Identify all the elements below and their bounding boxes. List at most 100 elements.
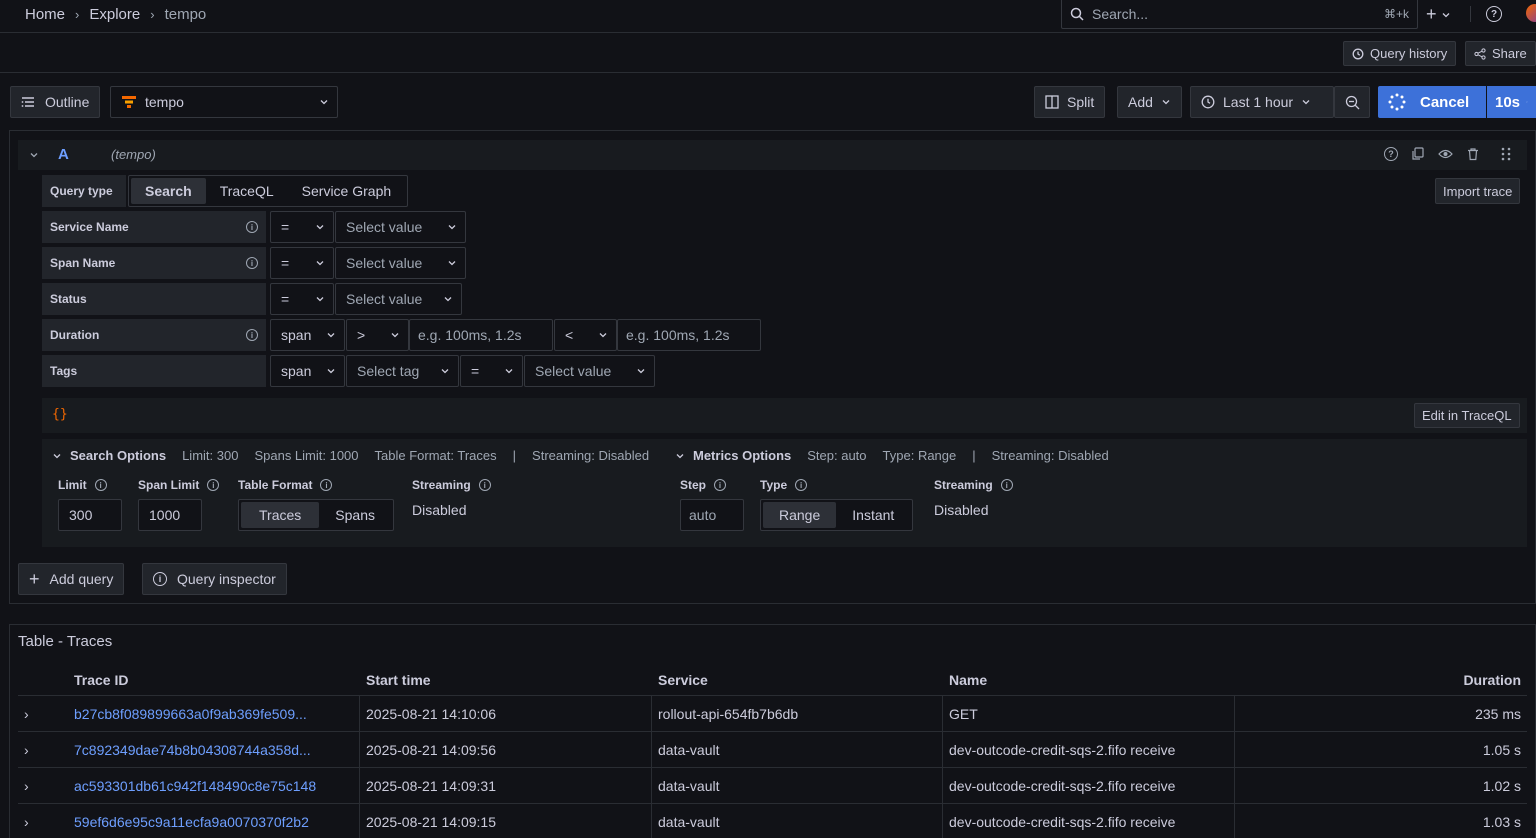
- trace-id-text[interactable]: b27cb8f089899663a0f9ab369fe509...: [74, 706, 307, 722]
- help-icon[interactable]: ?: [1486, 6, 1502, 22]
- info-icon[interactable]: i: [478, 479, 491, 491]
- trace-id-link[interactable]: 7c892349dae74b8b04308744a358d...: [74, 732, 311, 768]
- query-history-button[interactable]: Query history: [1343, 41, 1457, 66]
- tags-value-select[interactable]: Select value: [524, 355, 655, 387]
- chevron-down-icon: [448, 261, 456, 266]
- table-format-spans[interactable]: Spans: [319, 502, 391, 528]
- span-name-value-select[interactable]: Select value: [335, 247, 466, 279]
- column-duration[interactable]: Duration: [1463, 672, 1521, 688]
- expand-chevron-icon[interactable]: ›: [24, 804, 29, 838]
- time-range-picker[interactable]: Last 1 hour: [1190, 86, 1334, 118]
- table-row[interactable]: › 7c892349dae74b8b04308744a358d... 2025-…: [18, 731, 1527, 768]
- duration-scope-select[interactable]: span: [270, 319, 345, 351]
- service-name-operator[interactable]: =: [270, 211, 334, 243]
- share-button[interactable]: Share: [1465, 41, 1536, 66]
- table-row[interactable]: › b27cb8f089899663a0f9ab369fe509... 2025…: [18, 695, 1527, 732]
- span-name-operator[interactable]: =: [270, 247, 334, 279]
- expand-chevron-icon[interactable]: ›: [24, 768, 29, 804]
- step-field-label: Step i: [680, 478, 727, 492]
- chevron-down-icon: [1162, 100, 1170, 105]
- info-icon[interactable]: i: [246, 221, 258, 233]
- drag-handle-icon[interactable]: [1499, 147, 1513, 161]
- table-title: Table - Traces: [18, 633, 113, 650]
- info-icon[interactable]: i: [94, 479, 107, 491]
- column-start-time[interactable]: Start time: [366, 672, 431, 688]
- query-ref-id[interactable]: A: [58, 146, 69, 163]
- collapse-chevron-icon[interactable]: [29, 150, 39, 160]
- info-icon[interactable]: i: [1000, 479, 1013, 491]
- status-operator[interactable]: =: [270, 283, 334, 315]
- chevron-down-icon: [448, 225, 456, 230]
- expand-chevron-icon[interactable]: ›: [24, 696, 29, 732]
- info-icon[interactable]: i: [795, 479, 808, 491]
- query-type-traceql[interactable]: TraceQL: [206, 178, 288, 204]
- duration-min-operator[interactable]: >: [346, 319, 409, 351]
- trash-icon[interactable]: [1466, 147, 1480, 161]
- trace-id-link[interactable]: 59ef6d6e95c9a11ecfa9a0070370f2b2: [74, 804, 309, 838]
- metrics-options-header[interactable]: Metrics Options Step: auto Type: Range |…: [675, 448, 1109, 463]
- zoom-out-button[interactable]: [1334, 86, 1370, 118]
- refresh-interval-picker[interactable]: 10s: [1487, 86, 1536, 118]
- import-trace-button[interactable]: Import trace: [1435, 178, 1521, 204]
- add-query-label: Add query: [49, 571, 114, 587]
- new-menu-button[interactable]: +: [1426, 4, 1451, 25]
- query-type-search[interactable]: Search: [131, 178, 206, 204]
- outline-button[interactable]: Outline: [10, 86, 101, 118]
- trace-id-text[interactable]: ac593301db61c942f148490c8e75c148: [74, 778, 316, 794]
- chevron-down-icon: [320, 100, 328, 105]
- query-type-service-graph[interactable]: Service Graph: [288, 178, 405, 204]
- step-label: Step: [680, 478, 707, 492]
- name-cell: dev-outcode-credit-sqs-2.fifo receive: [949, 742, 1176, 758]
- duration-max-operator[interactable]: <: [554, 319, 617, 351]
- column-trace-id[interactable]: Trace ID: [74, 672, 128, 688]
- table-row[interactable]: › 59ef6d6e95c9a11ecfa9a0070370f2b2 2025-…: [18, 803, 1527, 838]
- table-row[interactable]: › ac593301db61c942f148490c8e75c148 2025-…: [18, 767, 1527, 804]
- cancel-button[interactable]: Cancel: [1378, 86, 1486, 118]
- info-icon[interactable]: i: [207, 479, 220, 491]
- table-format-field-label: Table Format i: [238, 478, 333, 492]
- limit-input[interactable]: 300: [58, 499, 122, 531]
- trace-id-link[interactable]: b27cb8f089899663a0f9ab369fe509...: [74, 696, 307, 732]
- duration-min-input[interactable]: e.g. 100ms, 1.2s: [409, 319, 553, 351]
- column-service[interactable]: Service: [658, 672, 708, 688]
- trace-id-text[interactable]: 7c892349dae74b8b04308744a358d...: [74, 742, 311, 758]
- chevron-down-icon: [316, 261, 324, 266]
- info-icon[interactable]: i: [320, 479, 333, 491]
- summary-streaming: Streaming: Disabled: [532, 448, 650, 463]
- column-name[interactable]: Name: [949, 672, 987, 688]
- tags-operator[interactable]: =: [460, 355, 523, 387]
- tags-tag-select[interactable]: Select tag: [346, 355, 459, 387]
- eye-icon[interactable]: [1438, 147, 1453, 161]
- help-icon[interactable]: ?: [1384, 147, 1398, 161]
- status-value-select[interactable]: Select value: [335, 283, 462, 315]
- global-search-input[interactable]: Search... ⌘+k: [1061, 0, 1418, 29]
- datasource-picker[interactable]: tempo: [110, 86, 338, 118]
- trace-id-link[interactable]: ac593301db61c942f148490c8e75c148: [74, 768, 316, 804]
- type-label: Type: [760, 478, 788, 492]
- query-inspector-button[interactable]: i Query inspector: [142, 563, 287, 595]
- breadcrumb-explore[interactable]: Explore: [89, 6, 140, 23]
- info-icon[interactable]: i: [246, 329, 258, 341]
- add-button[interactable]: Add: [1117, 86, 1182, 118]
- span-name-label: Span Name i: [42, 247, 266, 279]
- span-limit-input[interactable]: 1000: [138, 499, 202, 531]
- edit-in-traceql-button[interactable]: Edit in TraceQL: [1414, 403, 1520, 428]
- expand-chevron-icon[interactable]: ›: [24, 732, 29, 768]
- add-query-button[interactable]: + Add query: [18, 563, 125, 595]
- info-icon[interactable]: i: [246, 257, 258, 269]
- search-options-header[interactable]: Search Options Limit: 300 Spans Limit: 1…: [52, 448, 649, 463]
- tags-scope-select[interactable]: span: [270, 355, 345, 387]
- search-shortcut: ⌘+k: [1383, 7, 1409, 21]
- type-range[interactable]: Range: [763, 502, 837, 528]
- service-name-value-select[interactable]: Select value: [335, 211, 466, 243]
- table-format-traces[interactable]: Traces: [241, 502, 320, 528]
- info-icon[interactable]: i: [714, 479, 727, 491]
- breadcrumb-home[interactable]: Home: [25, 6, 65, 23]
- operator-value: <: [565, 327, 574, 343]
- trace-id-text[interactable]: 59ef6d6e95c9a11ecfa9a0070370f2b2: [74, 814, 309, 830]
- step-input[interactable]: auto: [680, 499, 744, 531]
- duration-max-input[interactable]: e.g. 100ms, 1.2s: [617, 319, 761, 351]
- duplicate-icon[interactable]: [1411, 147, 1425, 161]
- type-instant[interactable]: Instant: [836, 502, 910, 528]
- split-button[interactable]: Split: [1034, 86, 1106, 118]
